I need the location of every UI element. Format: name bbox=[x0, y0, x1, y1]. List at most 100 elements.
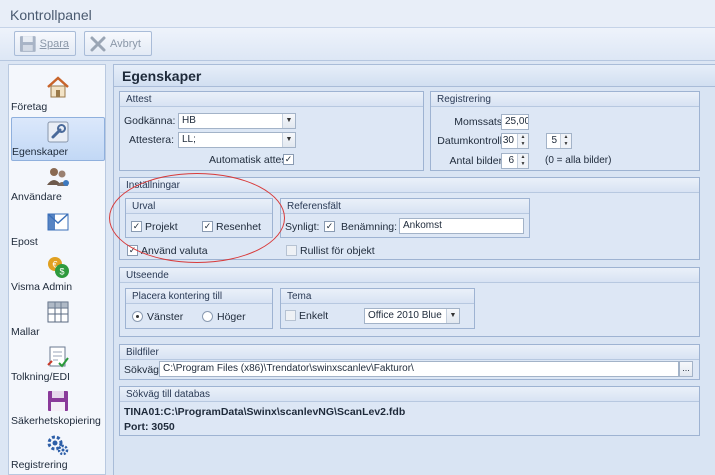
home-icon bbox=[47, 76, 69, 98]
antal-bilder-label: Antal bilder: bbox=[449, 155, 505, 167]
spinner-arrows-icon[interactable]: ▲ ▼ bbox=[517, 154, 528, 168]
sidebar-item-visma-admin[interactable]: € $ Visma Admin bbox=[11, 253, 105, 297]
attestera-combo[interactable]: LL; ▼ bbox=[178, 132, 296, 148]
sidebar-item-sakerhetskopiering[interactable]: Säkerhetskopiering bbox=[11, 387, 105, 431]
attest-group: Attest Godkänna: HB ▼ Attestera: LL; ▼ A… bbox=[119, 91, 424, 171]
benamning-input[interactable]: Ankomst bbox=[399, 218, 524, 234]
automatisk-attest-label: Automatisk attest bbox=[209, 154, 290, 166]
registrering-group: Registrering Momssats: 25,00 Datumkontro… bbox=[430, 91, 700, 171]
sidebar-item-label: Visma Admin bbox=[11, 281, 73, 293]
table-icon bbox=[47, 301, 69, 323]
close-icon bbox=[90, 36, 106, 51]
vanster-radio[interactable] bbox=[132, 311, 143, 322]
registrering-header: Registrering bbox=[431, 92, 699, 107]
attest-header: Attest bbox=[120, 92, 423, 107]
chevron-down-icon[interactable]: ▼ bbox=[282, 133, 295, 147]
users-icon bbox=[47, 168, 69, 186]
window-title: Kontrollpanel bbox=[10, 7, 92, 23]
sidebar: Företag Egenskaper Användare Epost € $ Vi… bbox=[8, 64, 106, 475]
tema-group: Tema Enkelt Office 2010 Blue ▼ bbox=[280, 288, 475, 329]
coins-icon: €$ bbox=[48, 257, 69, 278]
bildfiler-header: Bildfiler bbox=[120, 345, 699, 360]
placera-kontering-group: Placera kontering till Vänster Höger bbox=[125, 288, 273, 329]
installningar-header: Inställningar bbox=[120, 178, 699, 193]
sidebar-item-egenskaper[interactable]: Egenskaper bbox=[11, 117, 105, 161]
antal-bilder-spinner[interactable]: 6 ▲ ▼ bbox=[501, 153, 529, 169]
document-check-icon bbox=[47, 346, 69, 368]
referensfalt-group: Referensfält Synligt: ✓ Benämning: Ankom… bbox=[280, 198, 530, 238]
datumkontroll-spinner-1[interactable]: 30 ▲ ▼ bbox=[501, 133, 529, 149]
projekt-checkbox[interactable]: ✓ bbox=[131, 221, 142, 232]
spinner-arrows-icon[interactable]: ▲ ▼ bbox=[517, 134, 528, 148]
main-header: Egenskaper bbox=[114, 65, 715, 87]
godkanna-combo[interactable]: HB ▼ bbox=[178, 113, 296, 129]
rullist-objekt-label: Rullist för objekt bbox=[300, 245, 375, 257]
chevron-down-icon[interactable]: ▼ bbox=[446, 309, 459, 323]
chevron-down-icon[interactable]: ▼ bbox=[282, 114, 295, 128]
databas-path: TINA01:C:\ProgramData\Swinx\scanlevNG\Sc… bbox=[124, 406, 406, 418]
datumkontroll-value-1: 30 bbox=[502, 135, 514, 146]
email-icon bbox=[47, 213, 69, 231]
browse-button[interactable]: ... bbox=[679, 361, 693, 377]
title-bar: Kontrollpanel bbox=[0, 0, 715, 28]
datumkontroll-spinner-2[interactable]: 5 ▲ ▼ bbox=[546, 133, 572, 149]
sidebar-item-label: Epost bbox=[11, 236, 38, 248]
svg-text:$: $ bbox=[59, 267, 64, 277]
sokvag-input[interactable]: C:\Program Files (x86)\Trendator\swinxsc… bbox=[159, 361, 679, 377]
databas-group: Sökväg till databas TINA01:C:\ProgramDat… bbox=[119, 386, 700, 436]
synligt-label: Synligt: bbox=[285, 221, 320, 233]
momssats-input[interactable]: 25,00 bbox=[501, 114, 529, 130]
referensfalt-header: Referensfält bbox=[281, 199, 529, 214]
installningar-group: Inställningar Urval ✓ Projekt ✓ Resenhet… bbox=[119, 177, 700, 260]
sidebar-item-registrering[interactable]: Registrering bbox=[11, 431, 105, 475]
vanster-label: Vänster bbox=[147, 311, 184, 323]
enkelt-checkbox[interactable] bbox=[285, 310, 296, 321]
hoger-label: Höger bbox=[217, 311, 246, 323]
gears-icon bbox=[47, 435, 69, 456]
utseende-group: Utseende Placera kontering till Vänster … bbox=[119, 267, 700, 337]
urval-header: Urval bbox=[126, 199, 272, 214]
anvand-valuta-checkbox[interactable]: ✓ bbox=[127, 245, 138, 256]
datumkontroll-label: Datumkontroll: bbox=[437, 135, 505, 147]
floppy-icon bbox=[19, 35, 36, 52]
sidebar-item-label: Användare bbox=[11, 191, 62, 203]
datumkontroll-value-2: 5 bbox=[551, 135, 557, 146]
rullist-objekt-checkbox[interactable] bbox=[286, 245, 297, 256]
placera-kontering-header: Placera kontering till bbox=[126, 289, 272, 304]
tema-value: Office 2010 Blue bbox=[368, 310, 442, 321]
anvand-valuta-label: Använd valuta bbox=[141, 245, 208, 257]
sidebar-item-foretag[interactable]: Företag bbox=[11, 73, 105, 117]
benamning-label: Benämning: bbox=[341, 221, 398, 233]
spinner-arrows-icon[interactable]: ▲ ▼ bbox=[560, 134, 571, 148]
save-button[interactable]: Spara bbox=[14, 31, 76, 56]
sidebar-item-mallar[interactable]: Mallar bbox=[11, 298, 105, 342]
cancel-button[interactable]: Avbryt bbox=[84, 31, 152, 56]
antal-bilder-value: 6 bbox=[508, 155, 514, 166]
resenhet-checkbox[interactable]: ✓ bbox=[202, 221, 213, 232]
main-panel: Egenskaper Attest Godkänna: HB ▼ Atteste… bbox=[113, 64, 715, 475]
databas-header: Sökväg till databas bbox=[120, 387, 699, 402]
attestera-label: Attestera: bbox=[129, 134, 174, 146]
urval-group: Urval ✓ Projekt ✓ Resenhet bbox=[125, 198, 273, 238]
sidebar-item-label: Mallar bbox=[11, 326, 40, 338]
sidebar-item-anvandare[interactable]: Användare bbox=[11, 163, 105, 207]
sidebar-item-tolkning-edi[interactable]: Tolkning/EDI bbox=[11, 343, 105, 387]
bildfiler-group: Bildfiler Sökväg: C:\Program Files (x86)… bbox=[119, 344, 700, 380]
sidebar-item-label: Egenskaper bbox=[12, 146, 69, 158]
tema-header: Tema bbox=[281, 289, 474, 304]
utseende-header: Utseende bbox=[120, 268, 699, 283]
wrench-icon bbox=[47, 121, 69, 143]
floppy-icon bbox=[48, 391, 68, 411]
sidebar-item-label: Tolkning/EDI bbox=[11, 371, 70, 383]
hoger-radio[interactable] bbox=[202, 311, 213, 322]
page-title: Egenskaper bbox=[122, 68, 202, 84]
toolbar: Spara Avbryt bbox=[0, 28, 715, 61]
automatisk-attest-checkbox[interactable]: ✓ bbox=[283, 154, 294, 165]
sokvag-label: Sökväg: bbox=[124, 364, 162, 376]
sidebar-item-epost[interactable]: Epost bbox=[11, 208, 105, 252]
synligt-checkbox[interactable]: ✓ bbox=[324, 221, 335, 232]
save-label: Spara bbox=[39, 37, 69, 50]
enkelt-label: Enkelt bbox=[299, 310, 329, 322]
tema-combo[interactable]: Office 2010 Blue ▼ bbox=[364, 308, 460, 324]
momssats-label: Momssats: bbox=[454, 116, 505, 128]
